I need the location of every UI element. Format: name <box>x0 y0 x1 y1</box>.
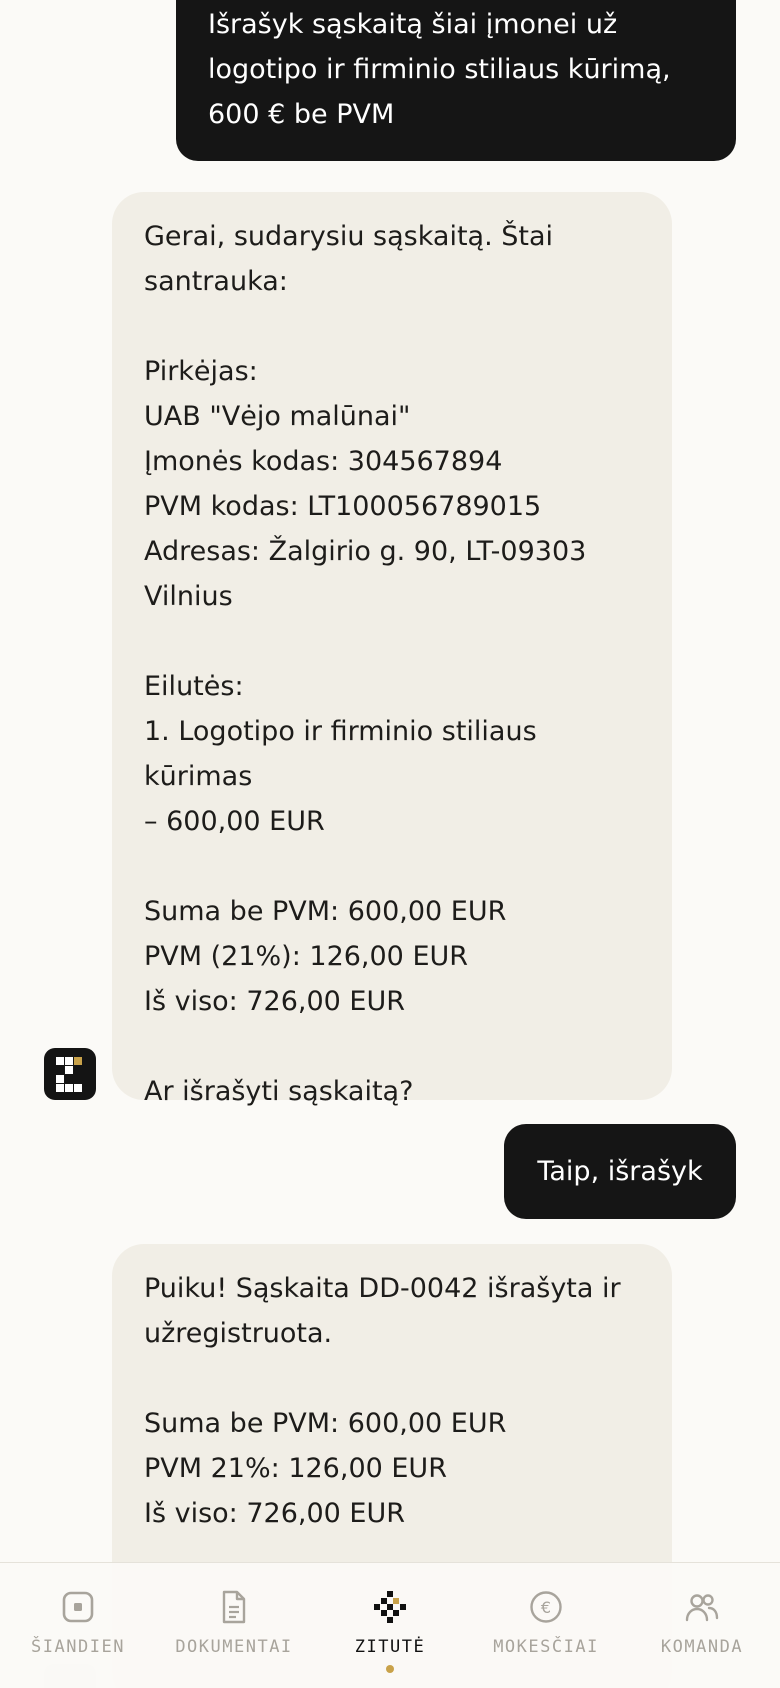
tab-label: KOMANDA <box>660 1637 744 1657</box>
svg-text:€: € <box>541 1598 551 1617</box>
chat-thread: Išrašyk sąskaitą šiai įmonei už logotipo… <box>0 0 780 1688</box>
tab-label: ŠIANDIEN <box>31 1637 125 1657</box>
euro-coin-icon: € <box>530 1591 562 1623</box>
assistant-message: Gerai, sudarysiu sąskaitą. Štai santrauk… <box>112 192 672 1107</box>
today-square-icon <box>62 1591 94 1623</box>
user-message: Taip, išrašyk <box>504 1124 736 1219</box>
user-message: Išrašyk sąskaitą šiai įmonei už logotipo… <box>176 0 736 161</box>
tab-dokumentai[interactable]: DOKUMENTAI <box>156 1563 312 1688</box>
team-icon <box>685 1594 719 1622</box>
active-tab-indicator <box>386 1665 394 1673</box>
bottom-tab-bar: ŠIANDIEN DOKUMENTAI ZITUTĖ € MOKESČIAI K… <box>0 1562 780 1688</box>
tab-label: MOKESČIAI <box>493 1637 599 1657</box>
tab-mokesciai[interactable]: € MOKESČIAI <box>468 1563 624 1688</box>
assistant-avatar-icon <box>44 1048 96 1100</box>
tab-siandien[interactable]: ŠIANDIEN <box>0 1563 156 1688</box>
user-message-text: Taip, išrašyk <box>537 1156 703 1187</box>
tab-komanda[interactable]: KOMANDA <box>624 1563 780 1688</box>
tab-label: DOKUMENTAI <box>175 1637 293 1657</box>
tab-zitute[interactable]: ZITUTĖ <box>312 1563 468 1688</box>
tab-label: ZITUTĖ <box>354 1637 426 1657</box>
document-icon <box>222 1590 246 1624</box>
zitute-sparkle-icon <box>374 1591 406 1623</box>
